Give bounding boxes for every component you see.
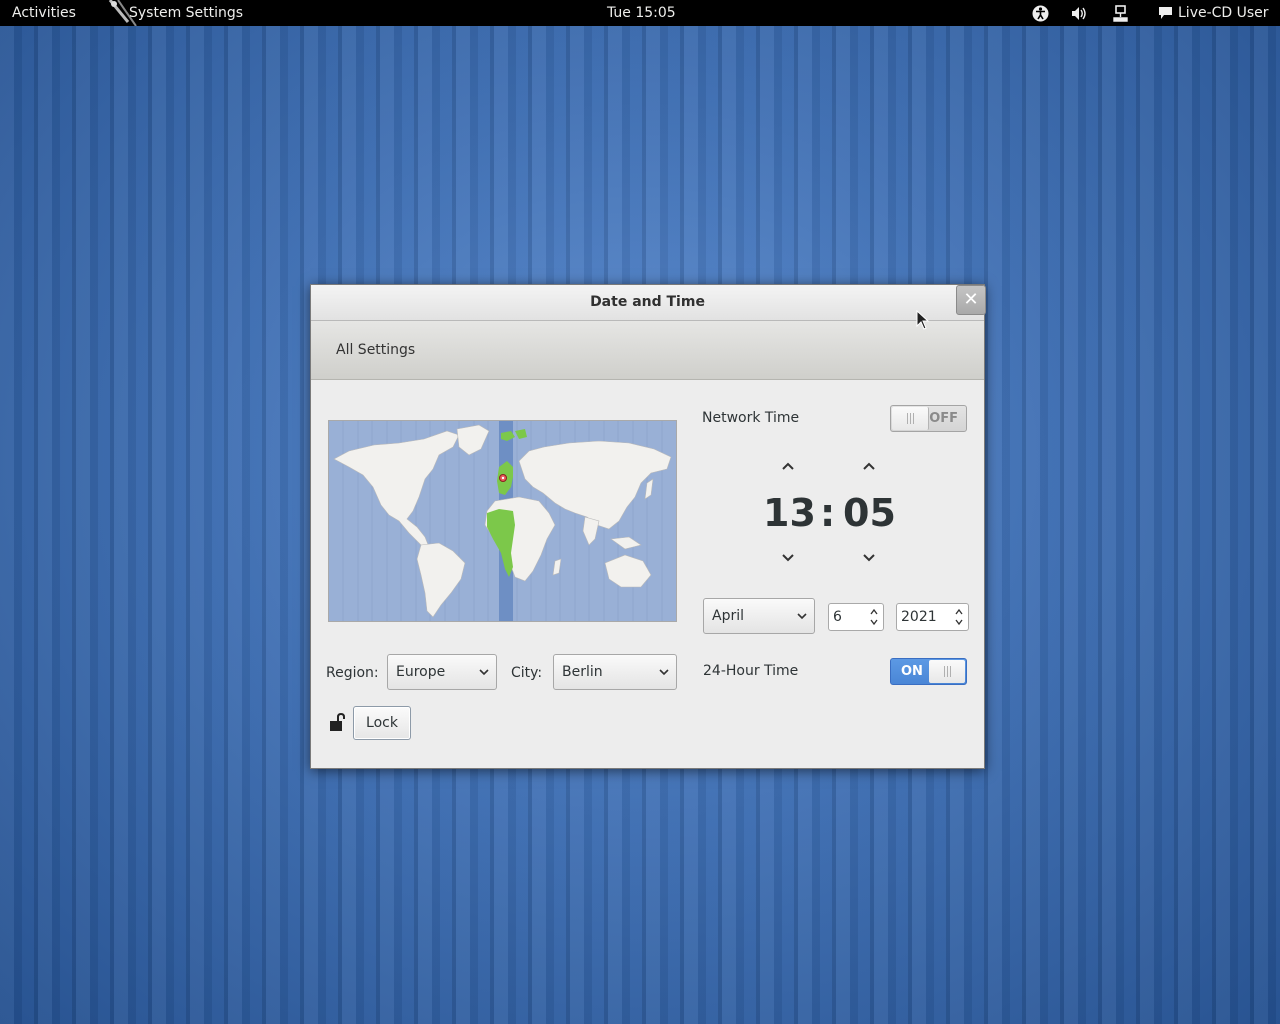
top-bar: Activities System Settings Tue 15:05 Liv… <box>0 0 1280 26</box>
hour24-switch[interactable]: ON <box>890 658 967 685</box>
chevron-down-icon <box>797 613 807 620</box>
hour24-state: ON <box>901 664 923 679</box>
city-value: Berlin <box>562 664 603 680</box>
city-combo[interactable]: Berlin <box>553 654 677 690</box>
year-value: 2021 <box>901 609 937 625</box>
month-combo[interactable]: April <box>703 598 815 634</box>
spin-arrows-icon[interactable] <box>954 605 964 629</box>
hours-value[interactable]: 13 <box>763 493 816 533</box>
region-value: Europe <box>396 664 446 680</box>
spin-arrows-icon[interactable] <box>869 605 879 629</box>
minute-up-icon[interactable] <box>862 461 876 471</box>
app-menu[interactable]: System Settings <box>129 0 243 26</box>
all-settings-button[interactable]: All Settings <box>336 321 415 379</box>
day-value: 6 <box>833 609 842 625</box>
hour24-label: 24-Hour Time <box>703 663 799 679</box>
switch-knob <box>892 407 929 430</box>
minute-down-icon[interactable] <box>862 553 876 563</box>
date-time-window: Date and Time ✕ All Settings Region: Eur… <box>310 284 986 769</box>
network-icon[interactable] <box>1113 5 1128 22</box>
chevron-down-icon <box>659 669 669 676</box>
city-label: City: <box>511 665 543 681</box>
day-spinner[interactable]: 6 <box>828 603 884 631</box>
clock[interactable]: Tue 15:05 <box>607 0 676 26</box>
accessibility-icon[interactable] <box>1032 5 1049 22</box>
month-value: April <box>712 608 744 624</box>
toolbar: All Settings <box>311 321 984 380</box>
volume-icon[interactable] <box>1071 6 1088 21</box>
unlocked-padlock-icon <box>330 713 345 731</box>
network-time-switch[interactable]: OFF <box>890 405 967 432</box>
title-bar[interactable]: Date and Time <box>311 285 984 321</box>
world-map-graphic <box>333 421 672 621</box>
hour-down-icon[interactable] <box>781 553 795 563</box>
activities-button[interactable]: Activities <box>12 0 76 26</box>
year-spinner[interactable]: 2021 <box>896 603 969 631</box>
region-label: Region: <box>326 665 379 681</box>
region-combo[interactable]: Europe <box>387 654 497 690</box>
user-menu[interactable]: Live-CD User <box>1178 0 1269 26</box>
switch-knob <box>929 660 965 683</box>
close-button[interactable]: ✕ <box>956 285 986 315</box>
window-title: Date and Time <box>590 294 705 310</box>
chat-icon[interactable] <box>1158 6 1173 20</box>
time-separator: : <box>820 491 836 535</box>
timezone-map[interactable] <box>328 420 677 622</box>
hour-up-icon[interactable] <box>781 461 795 471</box>
minutes-value[interactable]: 05 <box>843 493 896 533</box>
network-time-label: Network Time <box>702 410 800 426</box>
lock-button[interactable]: Lock <box>353 706 411 740</box>
chevron-down-icon <box>479 669 489 676</box>
network-time-state: OFF <box>929 411 958 426</box>
mouse-pointer-icon <box>916 310 930 330</box>
